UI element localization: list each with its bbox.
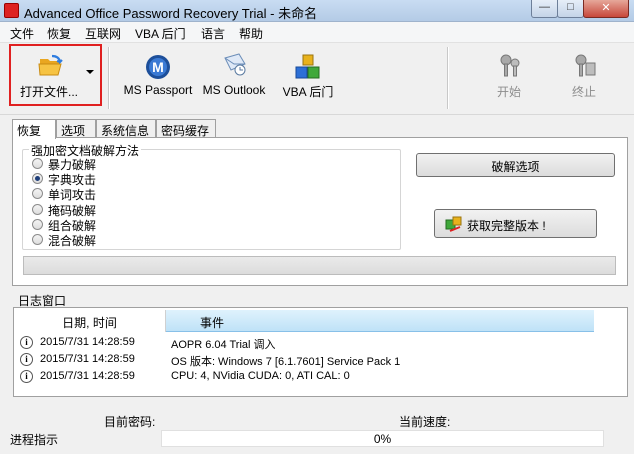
vba-backdoor-button[interactable]: VBA 后门 [277,43,339,113]
ms-outlook-icon [224,53,246,76]
progress-percent: 0% [373,432,392,446]
column-header-date[interactable]: 日期, 时间 [14,310,166,332]
radio-indicator[interactable] [32,173,43,184]
log-date: 2015/7/31 14:28:59 [40,353,135,365]
log-window[interactable]: 日期, 时间 事件 i 2015/7/31 14:28:59 AOPR 6.04… [13,307,628,397]
vba-backdoor-label: VBA 后门 [282,85,334,99]
radio-label: 混合破解 [48,234,97,248]
minimize-icon: — [539,1,550,13]
close-button[interactable]: ✕ [583,0,629,18]
window-title: Advanced Office Password Recovery Trial … [24,6,318,21]
maximize-icon: □ [567,1,574,13]
open-file-label: 打开文件... [19,85,78,99]
menu-internet[interactable]: 互联网 [85,25,121,42]
ms-passport-label: MS Passport [123,83,193,97]
crack-options-button[interactable]: 破解选项 [416,153,615,177]
radio-indicator[interactable] [32,188,43,199]
app-icon [4,3,19,18]
start-button[interactable]: 开始 [478,43,540,113]
tab-password-cache[interactable]: 密码缓存 [156,119,216,138]
toolbar-separator [447,47,449,109]
progress-bar: 0% [161,430,604,447]
radio-indicator[interactable] [32,158,43,169]
log-row[interactable]: i 2015/7/31 14:28:59 OS 版本: Windows 7 [6… [14,352,627,368]
tab-system-info[interactable]: 系统信息 [96,119,156,138]
ms-outlook-label: MS Outlook [202,83,266,97]
log-date: 2015/7/31 14:28:59 [40,336,135,348]
stop-keys-icon [575,54,596,77]
column-header-event[interactable]: 事件 [166,310,594,332]
log-row[interactable]: i 2015/7/31 14:28:59 AOPR 6.04 Trial 调入 [14,335,627,351]
log-event: OS 版本: Windows 7 [6.1.7601] Service Pack… [171,356,401,368]
menu-file[interactable]: 文件 [10,25,34,42]
title-bar: Advanced Office Password Recovery Trial … [0,0,634,22]
start-label: 开始 [496,85,521,99]
toolbar-separator [108,47,110,109]
tab-recovery[interactable]: 恢复 [12,119,56,139]
log-row[interactable]: i 2015/7/31 14:28:59 CPU: 4, NVidia CUDA… [14,369,627,385]
minimize-button[interactable]: — [531,0,558,18]
menu-recovery[interactable]: 恢复 [47,25,71,42]
close-icon: ✕ [601,2,611,14]
recovery-progress-bar [23,256,616,275]
tab-options[interactable]: 选项 [56,119,96,138]
recovery-panel: 强加密文档破解方法 暴力破解 字典攻击 单词攻击 掩码破解 组合破解 混合破解 … [12,137,628,286]
menu-language[interactable]: 语言 [201,25,225,42]
ms-passport-icon: M [146,55,170,79]
radio-label: 单词攻击 [48,188,97,202]
radio-indicator[interactable] [32,204,43,215]
vba-cubes-icon [295,54,320,79]
stop-label: 终止 [571,85,596,99]
menu-bar: 文件 恢复 互联网 VBA 后门 语言 帮助 [0,22,634,43]
ms-outlook-button[interactable]: MS Outlook [201,43,267,113]
get-full-version-label: 获取完整版本 ! [467,219,546,233]
shopping-cart-icon [445,216,462,232]
get-full-version-button[interactable]: 获取完整版本 ! [434,209,597,238]
progress-indicator-label: 进程指示 [10,433,59,447]
maximize-button[interactable]: □ [557,0,584,18]
open-file-button[interactable]: 打开文件... [12,43,86,113]
chevron-down-icon[interactable] [86,70,94,74]
start-keys-icon [500,54,520,77]
log-event: AOPR 6.04 Trial 调入 [171,339,276,351]
radio-indicator[interactable] [32,219,43,230]
ms-passport-button[interactable]: M MS Passport [122,43,194,113]
toolbar: 打开文件... M MS Passport MS Outlook VBA 后门 [0,43,634,115]
info-icon: i [20,353,33,366]
log-event: CPU: 4, NVidia CUDA: 0, ATI CAL: 0 [171,370,350,382]
current-speed-label: 当前速度: [399,415,451,429]
log-date: 2015/7/31 14:28:59 [40,370,135,382]
crack-method-group: 强加密文档破解方法 暴力破解 字典攻击 单词攻击 掩码破解 组合破解 混合破解 [22,142,401,250]
folder-open-icon [38,54,63,76]
info-icon: i [20,336,33,349]
menu-vba-backdoor[interactable]: VBA 后门 [135,25,186,42]
svg-text:M: M [152,59,164,75]
info-icon: i [20,370,33,383]
log-header: 日期, 时间 事件 [14,310,627,332]
menu-help[interactable]: 帮助 [239,25,263,42]
stop-button[interactable]: 终止 [553,43,615,113]
radio-indicator[interactable] [32,234,43,245]
current-password-label: 目前密码: [104,415,156,429]
